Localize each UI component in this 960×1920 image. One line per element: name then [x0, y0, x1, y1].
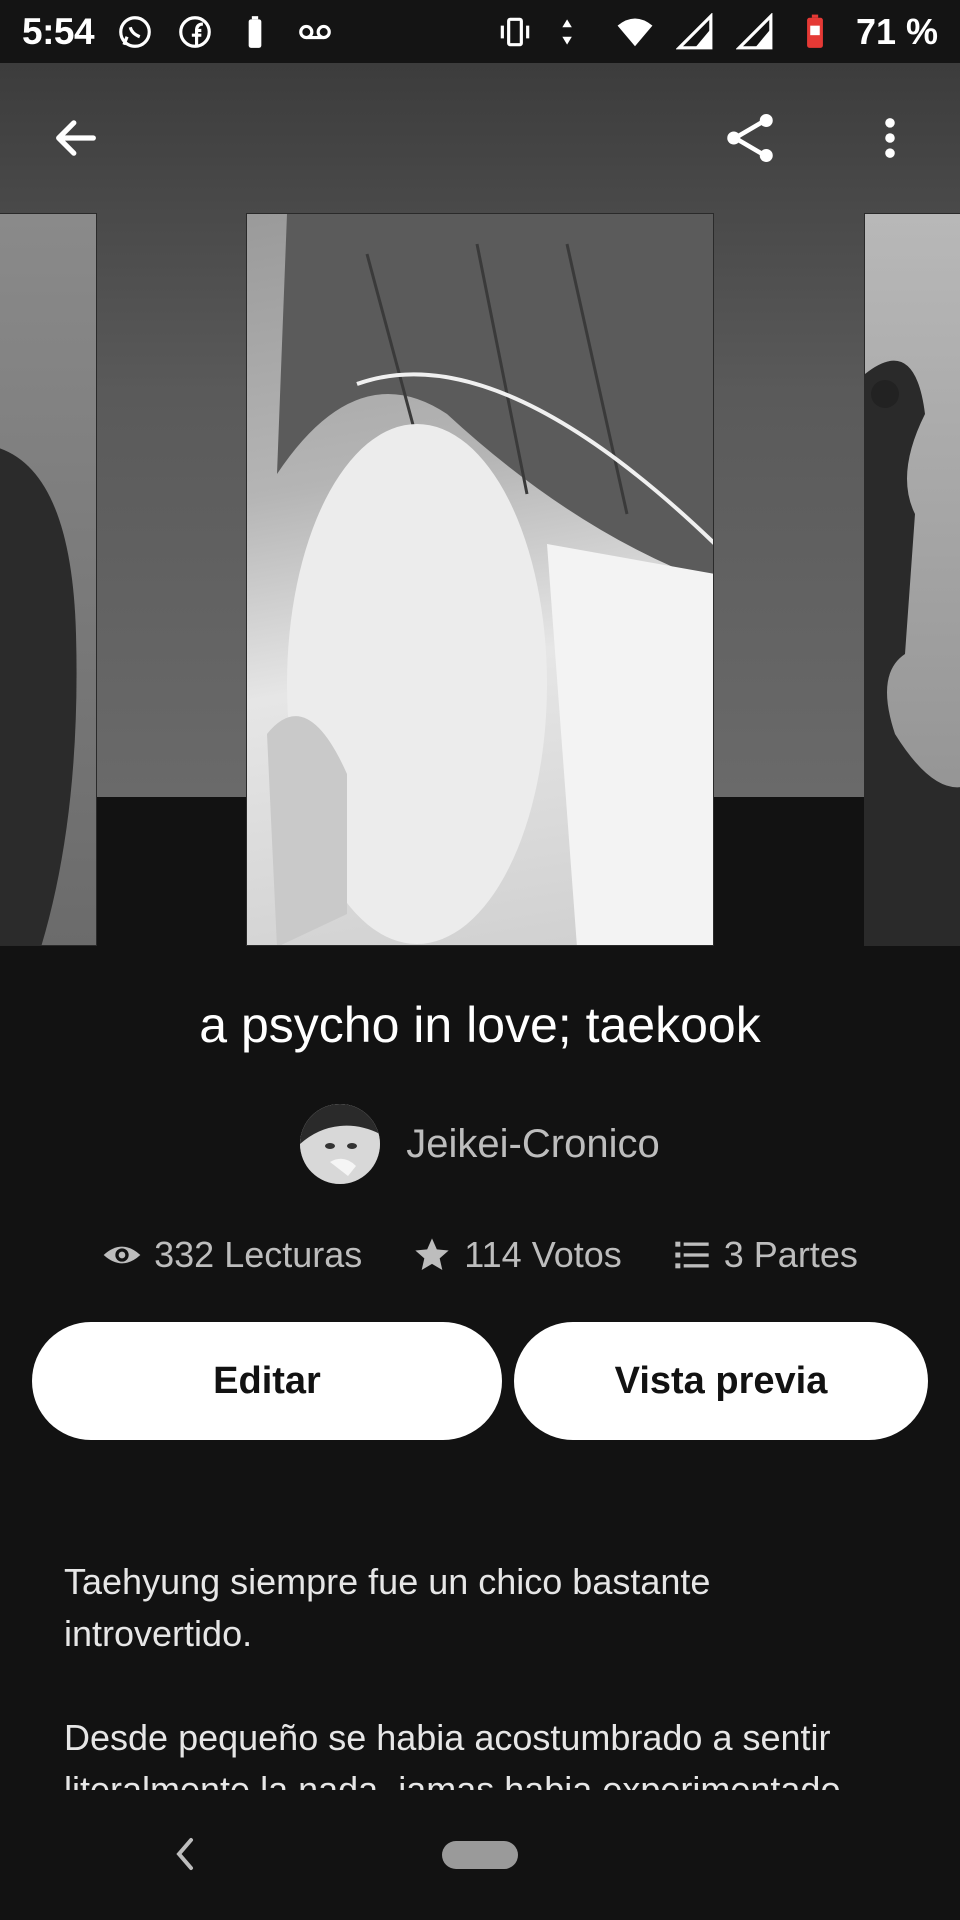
chevron-left-icon: [176, 1838, 193, 1870]
more-options-button[interactable]: [860, 108, 920, 168]
cover-next[interactable]: [864, 213, 960, 946]
voicemail-icon: [296, 13, 334, 51]
more-vert-icon: [885, 118, 895, 158]
star-icon: [415, 1238, 449, 1270]
edit-button[interactable]: Editar: [32, 1322, 502, 1440]
vibrate-icon: [496, 13, 534, 51]
battery-saver-icon: [236, 13, 274, 51]
action-buttons: Editar Vista previa: [32, 1322, 928, 1440]
system-nav-bar: [0, 1790, 960, 1920]
status-right: 71 %: [496, 11, 938, 53]
facebook-icon: [176, 13, 214, 51]
status-time: 5:54: [22, 10, 95, 52]
description-paragraph: Taehyung siempre fue un chico bastante i…: [64, 1561, 711, 1654]
back-button[interactable]: [46, 108, 106, 168]
author-avatar[interactable]: [300, 1104, 381, 1184]
author-name[interactable]: Jeikei-Cronico: [406, 1122, 659, 1167]
reads-stat: 332 Lecturas: [102, 1234, 362, 1276]
share-button[interactable]: [720, 108, 780, 168]
cover-previous[interactable]: [0, 213, 97, 946]
eye-icon: [103, 1246, 141, 1264]
signal-icon: [735, 12, 774, 51]
battery-charging-icon: [796, 13, 834, 51]
signal-icon: [675, 12, 714, 51]
cover-image[interactable]: [246, 213, 714, 946]
status-bar: 5:54 71 %: [0, 0, 960, 63]
reads-count: 332 Lecturas: [154, 1234, 363, 1275]
wifi-icon: [616, 13, 654, 51]
nav-home-pill[interactable]: [442, 1841, 518, 1869]
toolbar-actions: [720, 108, 920, 168]
arrow-back-icon: [56, 120, 96, 156]
votes-stat: 114 Votos: [412, 1234, 622, 1276]
author-row[interactable]: Jeikei-Cronico: [0, 1104, 960, 1184]
description-paragraph: Desde pequeño se habia acostumbrado a se…: [64, 1717, 841, 1790]
parts-count: 3 Partes: [723, 1234, 858, 1275]
data-arrows-icon: [556, 13, 594, 51]
story-stats: 332 Lecturas 114 Votos 3 Partes: [0, 1234, 960, 1276]
story-description: Taehyung siempre fue un chico bastante i…: [64, 1556, 894, 1790]
share-icon: [727, 114, 773, 162]
parts-stat: 3 Partes: [672, 1234, 858, 1276]
battery-percent: 71 %: [855, 10, 938, 52]
status-left: 5:54: [22, 11, 334, 53]
whatsapp-icon: [116, 13, 154, 51]
nav-back-button[interactable]: [165, 1826, 205, 1882]
toolbar: [0, 63, 960, 213]
preview-button[interactable]: Vista previa: [514, 1322, 928, 1440]
votes-count: 114 Votos: [464, 1234, 622, 1275]
story-title: a psycho in love; taekook: [199, 997, 761, 1053]
list-icon: [675, 1241, 709, 1269]
